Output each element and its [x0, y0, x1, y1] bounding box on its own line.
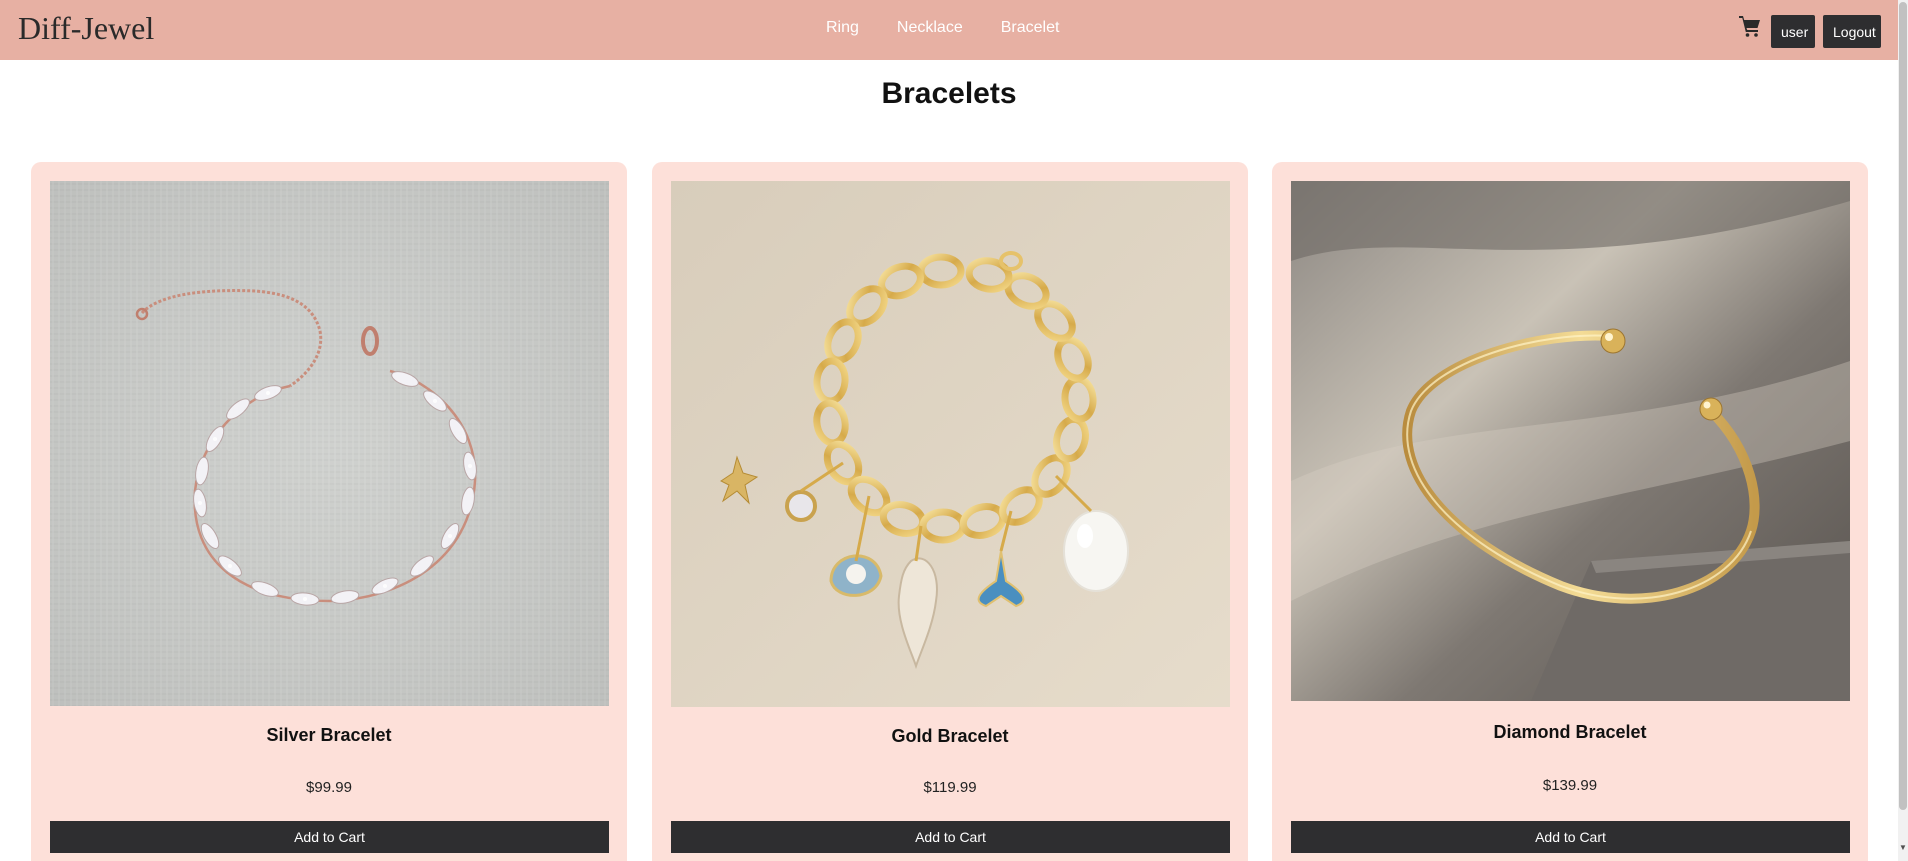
scrollbar-thumb[interactable]	[1899, 2, 1907, 810]
nav-link-ring[interactable]: Ring	[826, 18, 859, 38]
nav-link-necklace[interactable]: Necklace	[897, 18, 963, 38]
page: Diff-Jewel Ring Necklace Bracelet user L…	[0, 0, 1908, 861]
product-name: Gold Bracelet	[891, 726, 1009, 746]
product-image-gold-bracelet[interactable]	[671, 181, 1230, 707]
add-to-cart-button[interactable]: Add to Cart	[1291, 821, 1850, 853]
product-image-diamond-bracelet[interactable]	[1291, 181, 1850, 701]
product-price: $119.99	[923, 779, 977, 796]
product-price: $99.99	[306, 779, 352, 796]
product-card: Silver Bracelet $99.99 Add to Cart	[31, 162, 627, 861]
product-card: Gold Bracelet $119.99 Add to Cart	[652, 162, 1248, 861]
logout-button[interactable]: Logout	[1823, 15, 1881, 48]
nav-link-bracelet[interactable]: Bracelet	[1001, 18, 1060, 38]
scroll-down-arrow-icon[interactable]: ▼	[1899, 844, 1907, 852]
shopping-cart-icon[interactable]	[1738, 14, 1762, 38]
product-name: Silver Bracelet	[266, 725, 392, 745]
page-title: Bracelets	[881, 77, 1017, 110]
product-price: $139.99	[1542, 777, 1598, 794]
navbar: Diff-Jewel Ring Necklace Bracelet user L…	[0, 0, 1898, 60]
nav-links: Ring Necklace Bracelet	[826, 18, 1059, 38]
user-button[interactable]: user	[1771, 15, 1815, 48]
product-card: Diamond Bracelet $139.99 Add to Cart	[1272, 162, 1868, 861]
add-to-cart-button[interactable]: Add to Cart	[671, 821, 1230, 853]
product-name: Diamond Bracelet	[1493, 722, 1647, 742]
add-to-cart-button[interactable]: Add to Cart	[50, 821, 609, 853]
brand-logo[interactable]: Diff-Jewel	[18, 8, 154, 48]
product-image-silver-bracelet[interactable]	[50, 181, 609, 706]
